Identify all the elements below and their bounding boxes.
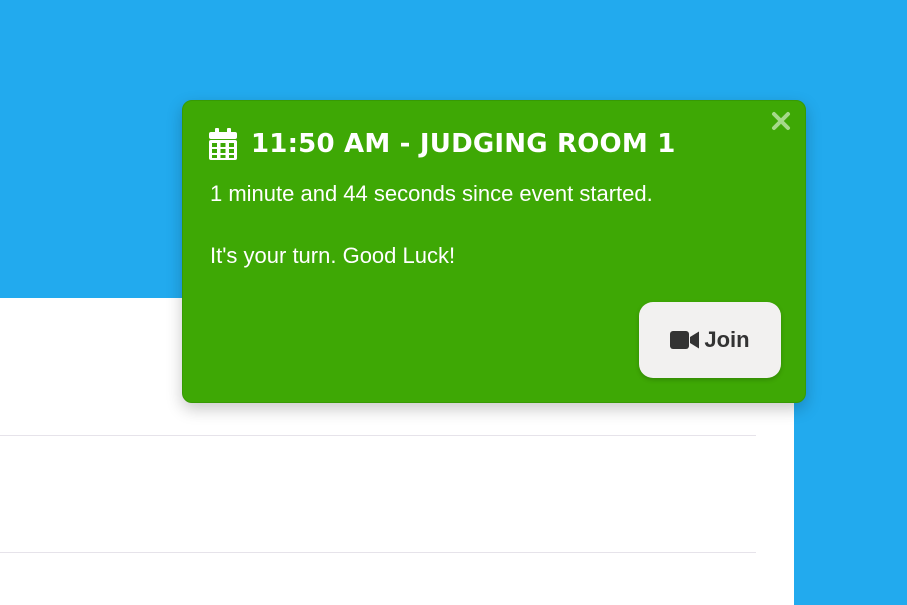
content-row-divider xyxy=(0,552,756,553)
notification-title: 11:50 AM - JUDGING ROOM 1 xyxy=(251,129,676,159)
content-row-divider xyxy=(0,435,756,436)
close-icon xyxy=(772,112,790,130)
event-notification: 11:50 AM - JUDGING ROOM 1 1 minute and 4… xyxy=(182,100,806,403)
elapsed-time-text: 1 minute and 44 seconds since event star… xyxy=(210,181,653,206)
notification-header: 11:50 AM - JUDGING ROOM 1 xyxy=(209,128,675,160)
join-button[interactable]: Join xyxy=(639,302,781,378)
turn-message: It's your turn. Good Luck! xyxy=(210,243,456,268)
calendar-icon xyxy=(209,128,237,160)
video-camera-icon xyxy=(670,330,700,350)
close-button[interactable] xyxy=(768,108,794,134)
join-button-label: Join xyxy=(704,327,750,352)
